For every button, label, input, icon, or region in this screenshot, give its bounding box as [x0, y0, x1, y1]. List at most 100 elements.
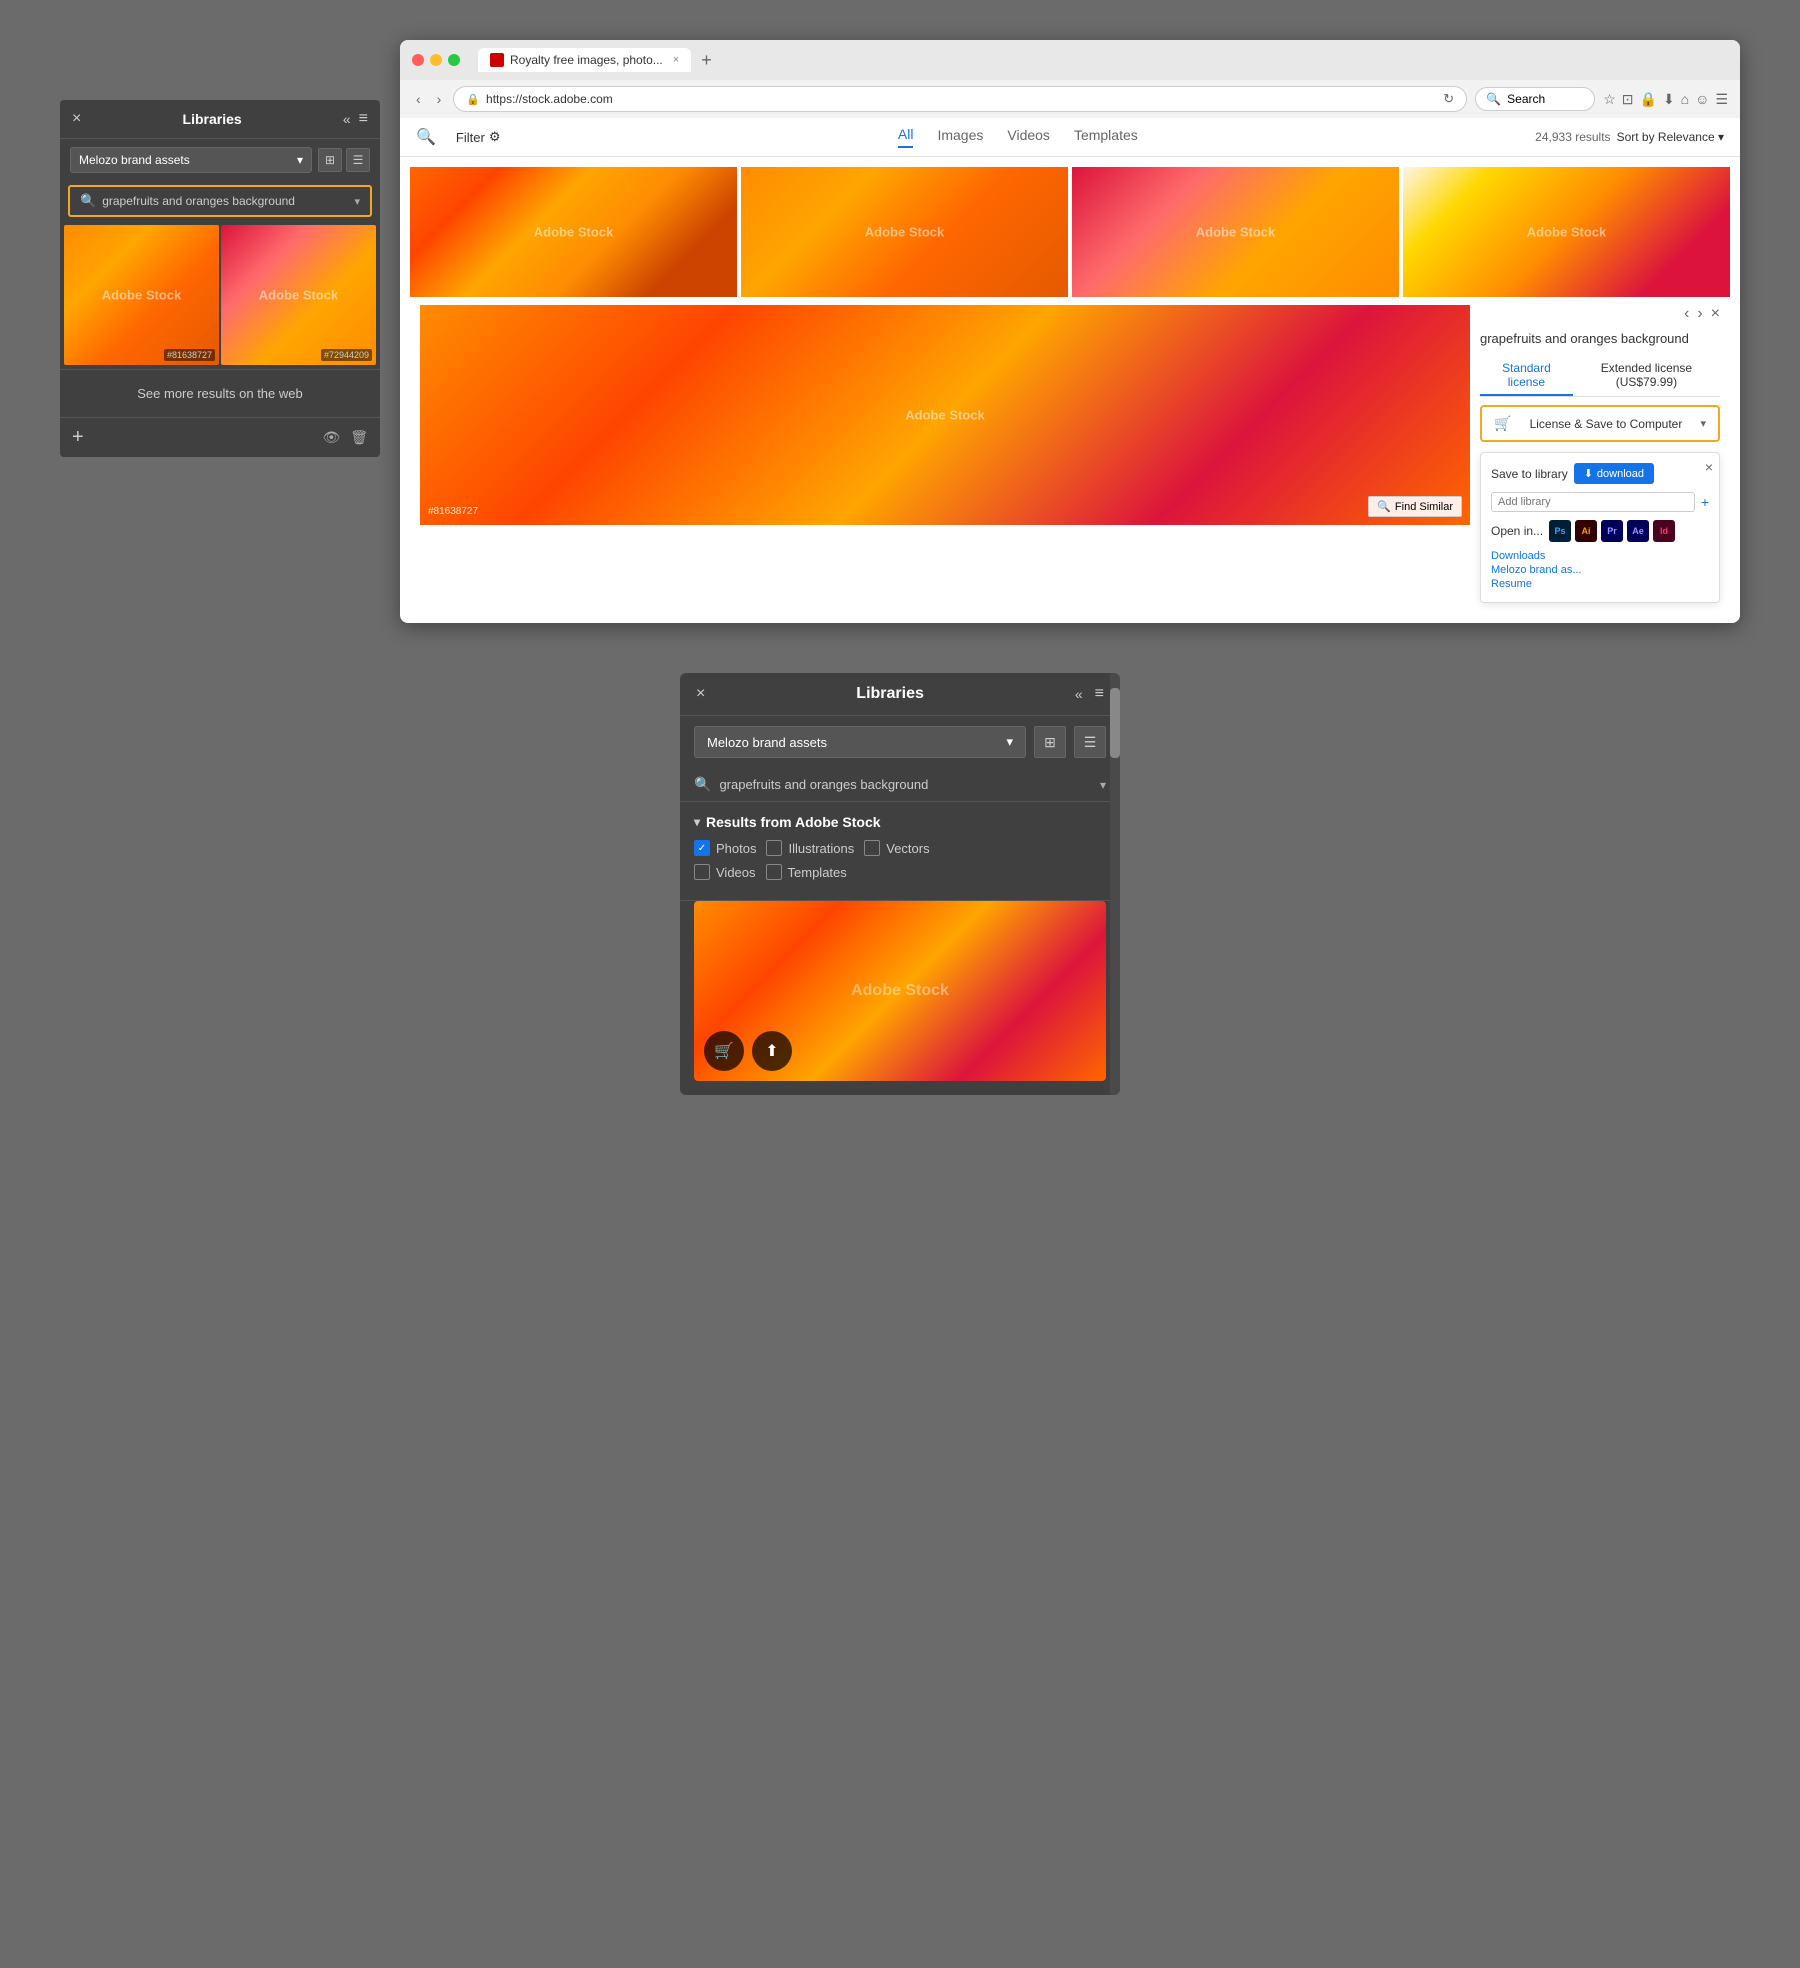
- app-premiere-icon[interactable]: Pr: [1601, 520, 1623, 542]
- detail-next-button[interactable]: ›: [1697, 305, 1702, 323]
- trash-icon[interactable]: 🗑: [350, 429, 368, 446]
- upload-overlay-button[interactable]: ⬆: [752, 1031, 792, 1071]
- grid-image-1[interactable]: Adobe Stock: [410, 167, 737, 297]
- vectors-checkbox[interactable]: [864, 840, 880, 856]
- pocket-icon[interactable]: 🔒: [1640, 91, 1657, 108]
- detail-image[interactable]: Adobe Stock #81638727 🔍 Find Similar: [420, 305, 1470, 525]
- popup-close-button[interactable]: ×: [1705, 459, 1713, 475]
- filter-button[interactable]: Filter ⚙: [456, 129, 501, 145]
- filter-illustrations[interactable]: Illustrations: [766, 840, 854, 856]
- close-dot[interactable]: [412, 54, 424, 66]
- filter-row-2: Videos Templates: [694, 864, 1106, 880]
- app-photoshop-icon[interactable]: Ps: [1549, 520, 1571, 542]
- large-image-preview[interactable]: Adobe Stock 🛒 ⬆: [694, 901, 1106, 1081]
- license-save-button[interactable]: 🛒 License & Save to Computer ▾: [1480, 405, 1720, 442]
- results-title: ▾ Results from Adobe Stock: [694, 814, 1106, 830]
- large-grid-view-button[interactable]: ⊞: [1034, 726, 1066, 758]
- add-button[interactable]: +: [72, 426, 84, 449]
- download-button[interactable]: ⬇ download: [1574, 463, 1654, 484]
- large-panel-collapse-button[interactable]: «: [1075, 686, 1083, 702]
- search-bar[interactable]: 🔍 grapefruits and oranges background ▾: [68, 185, 372, 217]
- license-tabs: Standard license Extended license (US$79…: [1480, 356, 1720, 397]
- photos-checkbox[interactable]: [694, 840, 710, 856]
- grid-image-3[interactable]: Adobe Stock: [1072, 167, 1399, 297]
- grid-watermark-4: Adobe Stock: [1527, 225, 1606, 240]
- templates-checkbox[interactable]: [766, 864, 782, 880]
- panel-collapse-button[interactable]: «: [343, 110, 351, 128]
- library-dropdown[interactable]: Melozo brand assets ▾: [70, 147, 312, 173]
- panel-image-1-bg: Adobe Stock #81638727: [64, 225, 219, 365]
- stock-search-icon[interactable]: 🔍: [416, 127, 436, 147]
- large-search-row[interactable]: 🔍 grapefruits and oranges background ▾: [680, 768, 1120, 802]
- panel-image-1[interactable]: Adobe Stock #81638727: [64, 225, 219, 365]
- tab-videos[interactable]: Videos: [1007, 126, 1050, 148]
- detail-image-bg: Adobe Stock: [420, 305, 1470, 525]
- see-more-web[interactable]: See more results on the web: [60, 369, 380, 417]
- add-library-input[interactable]: [1491, 492, 1695, 512]
- large-hamburger-icon[interactable]: ≡: [1095, 685, 1104, 703]
- save-to-library-label: Save to library: [1491, 467, 1568, 481]
- panel-close-button[interactable]: ×: [72, 110, 81, 128]
- home-icon[interactable]: ⌂: [1681, 91, 1689, 107]
- panel-image-2-bg: Adobe Stock #72944209: [221, 225, 376, 365]
- minimize-dot[interactable]: [430, 54, 442, 66]
- downloads-link[interactable]: Downloads: [1491, 550, 1709, 562]
- app-illustrator-icon[interactable]: Ai: [1575, 520, 1597, 542]
- eye-icon[interactable]: 👁: [322, 429, 340, 446]
- panel-footer: + 👁 🗑: [60, 417, 380, 457]
- list-view-button[interactable]: ☰: [346, 148, 370, 172]
- scrollbar-thumb[interactable]: [1110, 688, 1120, 758]
- browser-tab-active[interactable]: Royalty free images, photo... ×: [478, 48, 691, 72]
- large-panel-close-button[interactable]: ×: [696, 685, 705, 703]
- illustrations-checkbox[interactable]: [766, 840, 782, 856]
- sort-label: Sort by Relevance: [1617, 130, 1715, 144]
- extended-license-tab[interactable]: Extended license (US$79.99): [1573, 356, 1720, 396]
- filter-vectors[interactable]: Vectors: [864, 840, 929, 856]
- refresh-icon[interactable]: ↻: [1443, 91, 1454, 107]
- address-bar[interactable]: 🔒 https://stock.adobe.com ↻: [453, 86, 1467, 112]
- detail-prev-button[interactable]: ‹: [1684, 305, 1689, 323]
- large-library-dropdown[interactable]: Melozo brand assets ▾: [694, 726, 1026, 758]
- profile-icon[interactable]: ☺: [1695, 91, 1709, 107]
- detail-title: grapefruits and oranges background: [1480, 331, 1720, 346]
- tab-all[interactable]: All: [898, 126, 914, 148]
- browser-search-bar[interactable]: 🔍 Search: [1475, 87, 1595, 111]
- panel-image-2[interactable]: Adobe Stock #72944209: [221, 225, 376, 365]
- filter-templates[interactable]: Templates: [766, 864, 847, 880]
- melozo-link[interactable]: Melozo brand as...: [1491, 564, 1709, 576]
- reader-icon[interactable]: ⊡: [1622, 91, 1634, 108]
- standard-license-tab[interactable]: Standard license: [1480, 356, 1573, 396]
- download-label: download: [1597, 468, 1644, 480]
- app-aftereffects-icon[interactable]: Ae: [1627, 520, 1649, 542]
- forward-button[interactable]: ›: [433, 89, 446, 109]
- grid-image-2[interactable]: Adobe Stock: [741, 167, 1068, 297]
- filter-videos[interactable]: Videos: [694, 864, 756, 880]
- hamburger-icon[interactable]: ≡: [359, 110, 368, 128]
- grid-view-button[interactable]: ⊞: [318, 148, 342, 172]
- bookmark-icon[interactable]: ☆: [1603, 91, 1616, 108]
- add-plus-icon[interactable]: +: [1701, 494, 1709, 510]
- download-icon[interactable]: ⬇: [1663, 91, 1675, 108]
- menu-icon[interactable]: ☰: [1715, 91, 1728, 108]
- cart-overlay-button[interactable]: 🛒: [704, 1031, 744, 1071]
- find-similar-button[interactable]: 🔍 Find Similar: [1368, 496, 1462, 517]
- tab-templates[interactable]: Templates: [1074, 126, 1138, 148]
- new-tab-button[interactable]: +: [695, 50, 718, 71]
- libraries-panel-bottom: × Libraries « ≡ Melozo brand assets ▾ ⊞ …: [680, 673, 1120, 1095]
- image-overlay-buttons: 🛒 ⬆: [704, 1031, 792, 1071]
- scrollbar-track[interactable]: [1110, 673, 1120, 1095]
- maximize-dot[interactable]: [448, 54, 460, 66]
- tab-images[interactable]: Images: [937, 126, 983, 148]
- detail-close-button[interactable]: ×: [1711, 305, 1720, 323]
- large-dropdown-chevron: ▾: [1006, 734, 1013, 750]
- tab-close-button[interactable]: ×: [673, 54, 679, 66]
- app-indesign-icon[interactable]: Id: [1653, 520, 1675, 542]
- resume-link[interactable]: Resume: [1491, 578, 1709, 590]
- filter-photos[interactable]: Photos: [694, 840, 756, 856]
- videos-checkbox[interactable]: [694, 864, 710, 880]
- grid-image-4[interactable]: Adobe Stock: [1403, 167, 1730, 297]
- large-list-view-button[interactable]: ☰: [1074, 726, 1106, 758]
- search-icon: 🔍: [80, 193, 96, 209]
- back-button[interactable]: ‹: [412, 89, 425, 109]
- sort-dropdown[interactable]: Sort by Relevance ▾: [1617, 130, 1724, 144]
